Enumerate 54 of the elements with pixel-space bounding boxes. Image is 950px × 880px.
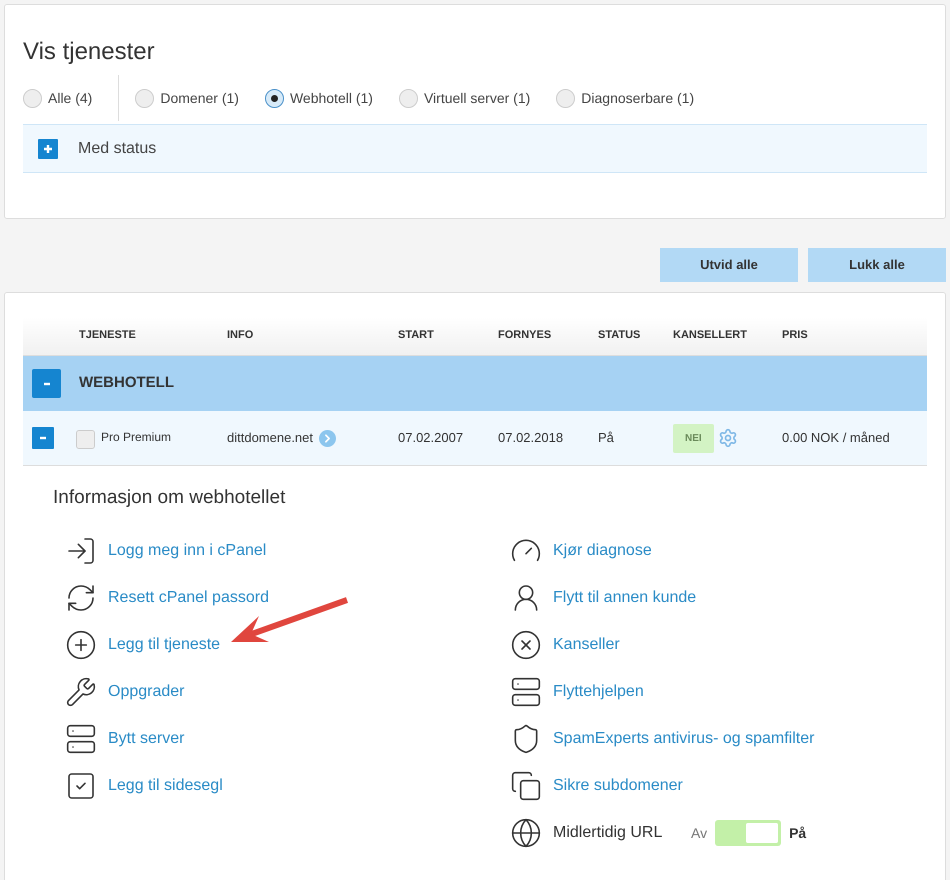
toolbar-button[interactable]: Lukk alle [808,248,946,282]
column-header: START [398,328,435,344]
filter-radio[interactable]: Webhotell (1) [264,88,373,108]
column-header: FORNYES [498,328,552,344]
close-circle-icon [510,629,542,661]
wrench-icon [64,676,96,708]
action-link[interactable]: Bytt server [108,727,184,751]
status-text: På [598,429,615,448]
cancelled-badge: NEI [673,424,714,452]
filter-title: Vis tjenester [23,37,156,67]
action-link[interactable]: Flyttehjelpen [553,680,644,704]
info-panel-title: Informasjon om webhotellet [53,486,286,510]
server-icon [64,723,96,755]
status-section-header[interactable]: Med status [23,124,927,173]
start-date: 07.02.2007 [398,429,464,448]
column-header: TJENESTE [79,328,137,344]
off-label: Av [691,824,708,842]
on-label: På [789,824,806,842]
toggle-switch[interactable] [715,820,782,846]
column-header: KANSELLERT [673,328,748,344]
action-link[interactable]: Logg meg inn i cPanel [108,539,266,563]
domain-text: dittdomene.net [227,429,314,448]
filter-radio[interactable]: Diagnoserbare (1) [556,88,694,108]
chevron-right-icon[interactable] [319,430,336,446]
column-header: INFO [227,328,254,344]
group-title: WEBHOTELL [79,373,174,394]
copy-icon [510,770,542,802]
action-link[interactable]: Kjør diagnose [553,539,652,563]
renew-date: 07.02.2018 [498,429,564,448]
price-text: 0.00 NOK / måned [782,429,891,448]
action-link[interactable]: Legg til sidesegl [108,774,223,798]
plus-circle-icon [64,629,96,661]
row-checkbox[interactable] [76,430,95,448]
column-header: PRIS [782,328,809,344]
action-link[interactable]: Sikre subdomener [553,774,683,798]
filter-radio[interactable]: Virtuell server (1) [398,88,530,108]
toggle-label: Midlertidig URL [553,823,664,843]
action-link[interactable]: Resett cPanel passord [108,586,269,610]
globe-icon [510,817,542,849]
service-name: Pro Premium [101,428,172,446]
action-link[interactable]: Kanseller [553,633,620,657]
column-header: STATUS [598,328,642,344]
settings-icon[interactable] [718,428,738,448]
action-link[interactable]: Oppgrader [108,680,184,704]
row-collapse-button[interactable] [32,427,54,449]
action-link[interactable]: Legg til tjeneste [108,633,220,657]
action-link[interactable]: Flytt til annen kunde [553,586,696,610]
status-section-label: Med status [78,138,156,158]
server-icon [510,676,542,708]
collapse-button[interactable] [32,369,61,398]
filter-radio[interactable]: Domener (1) [135,88,239,108]
action-link[interactable]: SpamExperts antivirus- og spamfilter [553,727,814,751]
toolbar-button[interactable]: Utvid alle [660,248,798,282]
filter-radio[interactable]: Alle (4) [23,88,92,108]
